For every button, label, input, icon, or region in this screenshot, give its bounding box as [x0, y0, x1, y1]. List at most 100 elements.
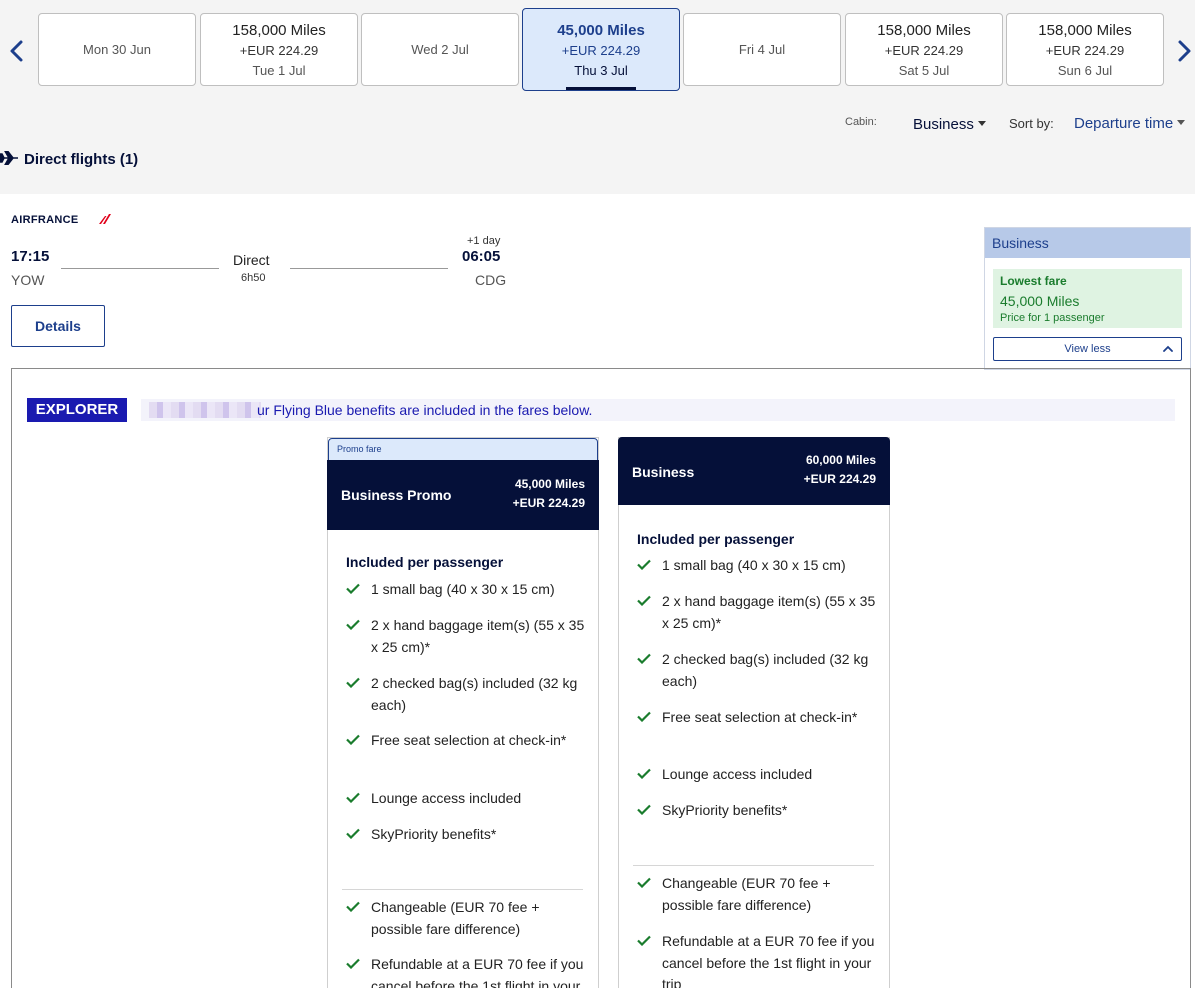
- date-card-thu-3-jul-selected[interactable]: 45,000 Miles +EUR 224.29 Thu 3 Jul: [522, 8, 680, 91]
- feature-text: SkyPriority benefits*: [662, 802, 788, 818]
- condition-item: Changeable (EUR 70 fee + possible fare d…: [637, 873, 877, 916]
- feature-item: 2 x hand baggage item(s) (55 x 35 x 25 c…: [637, 591, 877, 634]
- feature-text: 2 x hand baggage item(s) (55 x 35 x 25 c…: [371, 617, 585, 655]
- feature-text: 1 small bag (40 x 30 x 15 cm): [371, 581, 555, 597]
- date-card-date: Sat 5 Jul: [898, 63, 950, 78]
- feature-item: 2 checked bag(s) included (32 kg each): [637, 649, 877, 692]
- feature-text: Free seat selection at check-in*: [662, 709, 858, 725]
- caret-down-icon: [1177, 120, 1186, 126]
- fare-eur: +EUR 224.29: [803, 472, 876, 486]
- explorer-tier-badge: EXPLORER: [27, 398, 127, 422]
- date-card-sun-6-jul[interactable]: 158,000 Miles +EUR 224.29 Sun 6 Jul: [1006, 13, 1164, 86]
- departure-time: 17:15: [11, 248, 50, 265]
- caret-down-icon: [977, 121, 986, 127]
- date-card-eur: +EUR 224.29: [239, 43, 319, 58]
- sort-dropdown[interactable]: Departure time: [1074, 115, 1186, 132]
- sort-label: Sort by:: [1009, 116, 1054, 131]
- check-icon: [346, 677, 360, 688]
- feature-item: Lounge access included: [346, 788, 586, 810]
- date-card-mon-30-jun[interactable]: Mon 30 Jun: [38, 13, 196, 86]
- feature-text: 2 checked bag(s) included (32 kg each): [371, 675, 578, 713]
- check-icon: [637, 559, 651, 570]
- fares-container: [11, 368, 1191, 988]
- airline-logo: AIRFRANCE: [11, 212, 111, 230]
- direct-flights-label: Direct flights (1): [24, 151, 139, 168]
- fare-name: Business: [632, 464, 695, 480]
- route-line: [61, 268, 219, 269]
- included-title: Included per passenger: [346, 554, 504, 570]
- airline-logo-text: AIRFRANCE: [11, 214, 78, 225]
- condition-text: Changeable (EUR 70 fee + possible fare d…: [662, 875, 831, 913]
- date-card-date: Thu 3 Jul: [574, 63, 628, 78]
- check-icon: [637, 653, 651, 664]
- sort-dropdown-value: Departure time: [1074, 115, 1174, 132]
- feature-item: 2 x hand baggage item(s) (55 x 35 x 25 c…: [346, 615, 586, 658]
- condition-text: Refundable at a EUR 70 fee if you cancel…: [662, 933, 875, 988]
- fare-name: Business Promo: [341, 487, 452, 503]
- chevron-up-icon: [1163, 345, 1173, 352]
- fare-miles: 45,000 Miles: [514, 477, 585, 491]
- selected-indicator: [566, 87, 636, 90]
- condition-item: Changeable (EUR 70 fee + possible fare d…: [346, 897, 586, 940]
- divider: [342, 889, 583, 890]
- fare-miles: 60,000 Miles: [805, 453, 876, 467]
- lowest-fare-box[interactable]: Lowest fare 45,000 Miles Price for 1 pas…: [993, 269, 1182, 328]
- arrival-airport: CDG: [475, 272, 507, 288]
- date-card-miles: 158,000 Miles: [877, 22, 971, 39]
- date-card-date: Fri 4 Jul: [738, 42, 786, 57]
- fare-card-business[interactable]: Business 60,000 Miles +EUR 224.29 Includ…: [618, 437, 890, 988]
- check-icon: [346, 583, 360, 594]
- date-card-eur: +EUR 224.29: [884, 43, 964, 58]
- date-card-fri-4-jul[interactable]: Fri 4 Jul: [683, 13, 841, 86]
- chevron-left-icon: [10, 40, 23, 62]
- cabin-panel-title: Business: [985, 228, 1190, 258]
- chevron-right-icon: [1178, 40, 1191, 62]
- feature-item: 1 small bag (40 x 30 x 15 cm): [637, 555, 877, 577]
- arrival-time: 06:05: [462, 248, 501, 265]
- check-icon: [346, 828, 360, 839]
- feature-text: Free seat selection at check-in*: [371, 732, 567, 748]
- check-icon: [637, 804, 651, 815]
- route-line: [290, 268, 448, 269]
- details-button[interactable]: Details: [11, 305, 105, 347]
- condition-text: Changeable (EUR 70 fee + possible fare d…: [371, 899, 540, 937]
- check-icon: [346, 792, 360, 803]
- check-icon: [637, 711, 651, 722]
- feature-item: 2 checked bag(s) included (32 kg each): [346, 673, 586, 716]
- fare-header: Business Promo 45,000 Miles +EUR 224.29: [327, 460, 599, 530]
- benefits-text: ur Flying Blue benefits are included in …: [257, 402, 593, 418]
- fare-price: 45,000 Miles +EUR 224.29: [513, 475, 585, 513]
- check-icon: [346, 901, 360, 912]
- feature-item: Lounge access included: [637, 764, 877, 786]
- prev-dates-button[interactable]: [6, 38, 28, 64]
- feature-item: SkyPriority benefits*: [346, 824, 586, 846]
- feature-text: Lounge access included: [371, 790, 522, 806]
- flight-duration: 6h50: [241, 272, 266, 284]
- cabin-dropdown[interactable]: Business: [913, 116, 986, 133]
- lowest-fare-note: Price for 1 passenger: [1000, 312, 1105, 324]
- cabin-fare-panel: Business Lowest fare 45,000 Miles Price …: [984, 227, 1191, 370]
- feature-text: SkyPriority benefits*: [371, 826, 497, 842]
- check-icon: [637, 768, 651, 779]
- stops-label: Direct: [233, 252, 270, 268]
- view-less-label: View less: [1064, 343, 1111, 355]
- day-offset: +1 day: [467, 235, 501, 247]
- view-less-button[interactable]: View less: [993, 337, 1182, 361]
- date-card-miles: 158,000 Miles: [1038, 22, 1132, 39]
- feature-item: Free seat selection at check-in*: [637, 707, 877, 729]
- check-icon: [637, 935, 651, 946]
- date-card-tue-1-jul[interactable]: 158,000 Miles +EUR 224.29 Tue 1 Jul: [200, 13, 358, 86]
- date-card-date: Wed 2 Jul: [411, 42, 469, 57]
- date-card-sat-5-jul[interactable]: 158,000 Miles +EUR 224.29 Sat 5 Jul: [845, 13, 1003, 86]
- fare-card-business-promo[interactable]: Promo fare Business Promo 45,000 Miles +…: [327, 437, 599, 988]
- date-card-eur: +EUR 224.29: [561, 43, 641, 58]
- date-card-wed-2-jul[interactable]: Wed 2 Jul: [361, 13, 519, 86]
- date-card-eur: +EUR 224.29: [1045, 43, 1125, 58]
- next-dates-button[interactable]: [1173, 38, 1195, 64]
- date-card-date: Sun 6 Jul: [1057, 63, 1113, 78]
- feature-text: Lounge access included: [662, 766, 813, 782]
- date-card-date: Mon 30 Jun: [83, 42, 151, 57]
- date-card-miles: 45,000 Miles: [557, 22, 645, 39]
- fare-price: 60,000 Miles +EUR 224.29: [804, 451, 876, 489]
- divider: [633, 865, 874, 866]
